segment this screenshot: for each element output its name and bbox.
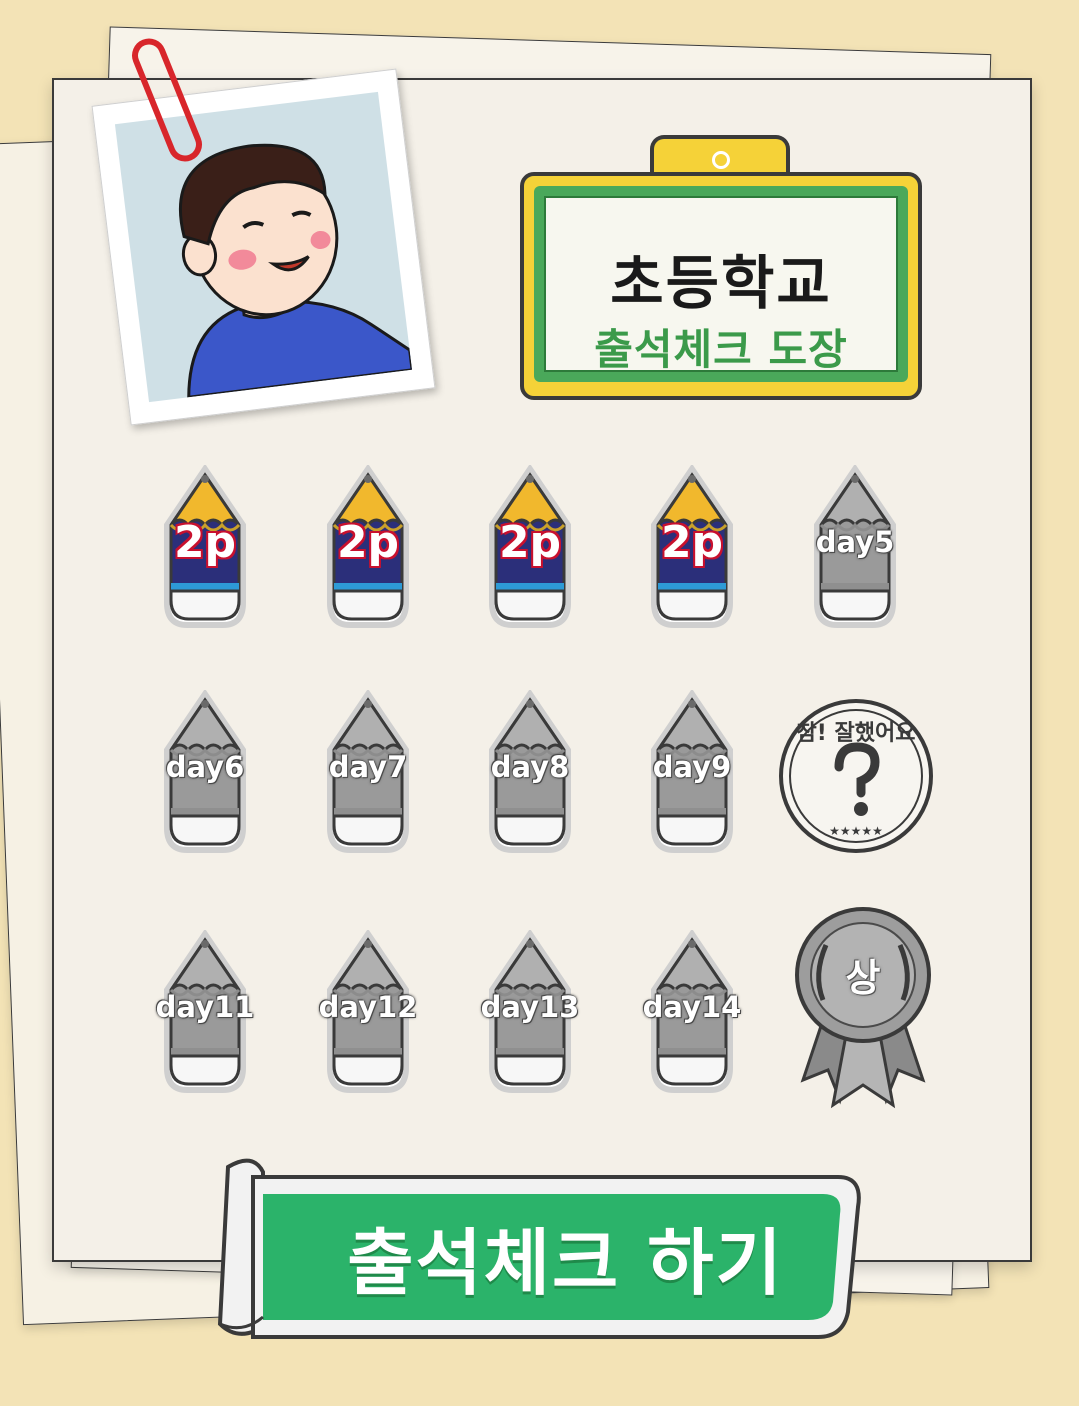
student-photo [91, 68, 436, 426]
sign-subtitle: 출석체크 도장 [594, 325, 848, 374]
attendance-pencil-6: day6 [155, 690, 255, 855]
student-avatar-illustration [114, 91, 413, 403]
svg-text:★★★★★: ★★★★★ [829, 824, 883, 838]
attendance-pencil-13: day14 [642, 930, 742, 1095]
day-label: day8 [490, 750, 570, 784]
day-label: day6 [165, 750, 245, 784]
cta-label: 출석체크 하기 [347, 1221, 784, 1305]
hanger-hole-icon [712, 151, 730, 169]
day-label: day5 [815, 525, 895, 559]
attendance-check-button[interactable]: 출석체크 하기 [208, 1152, 863, 1342]
attendance-pencil-12: day13 [480, 930, 580, 1095]
sign-title: 초등학교 [610, 249, 832, 317]
reward-stamp: ★★★★★ 참! 잘했어요 [777, 697, 935, 855]
attendance-pencil-7: day7 [318, 690, 418, 855]
medal-text: 상 [845, 956, 881, 1000]
attendance-pencil-5: day5 [805, 465, 905, 630]
day-label: day7 [328, 750, 408, 784]
day-label: day9 [652, 750, 732, 784]
day-label: day13 [480, 990, 580, 1024]
day-label: day14 [642, 990, 742, 1024]
attendance-pencil-10: day11 [155, 930, 255, 1095]
title-sign: 초등학교 출석체크 도장 [520, 172, 922, 400]
earned-points-label: 2p [660, 517, 724, 568]
earned-points-label: 2p [336, 517, 400, 568]
stamp-text: 참! 잘했어요 [796, 721, 916, 746]
earned-points-label: 2p [173, 517, 237, 568]
attendance-pencil-11: day12 [318, 930, 418, 1095]
sign-frame: 초등학교 출석체크 도장 [534, 186, 908, 382]
attendance-pencil-4: 2p [642, 465, 742, 630]
sign-board: 초등학교 출석체크 도장 [544, 196, 898, 374]
attendance-pencil-8: day8 [480, 690, 580, 855]
earned-points-label: 2p [498, 517, 562, 568]
day-label: day12 [318, 990, 418, 1024]
attendance-pencil-9: day9 [642, 690, 742, 855]
attendance-pencil-2: 2p [318, 465, 418, 630]
attendance-pencil-3: 2p [480, 465, 580, 630]
attendance-pencil-1: 2p [155, 465, 255, 630]
day-label: day11 [155, 990, 255, 1024]
reward-medal: 상 [788, 905, 938, 1115]
